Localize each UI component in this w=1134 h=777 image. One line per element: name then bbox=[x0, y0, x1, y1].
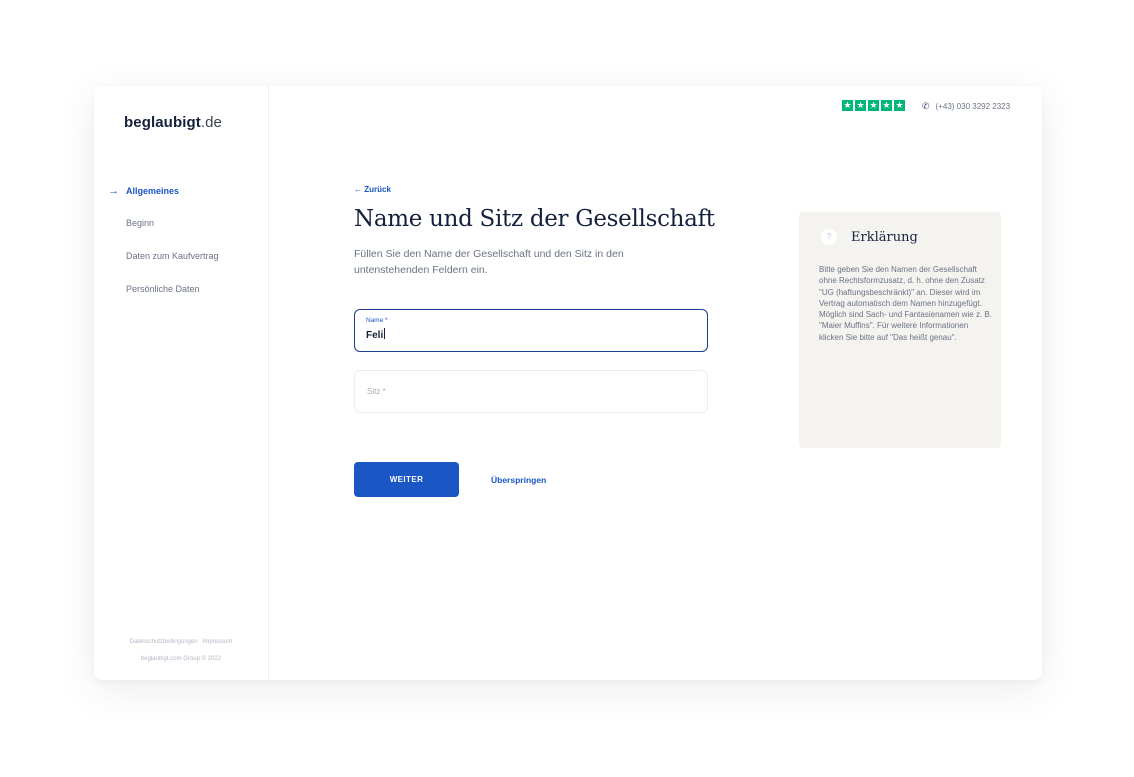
footer-links[interactable]: Datenschutzbedingungen Impressum bbox=[94, 639, 268, 645]
back-link[interactable]: ← Zurück bbox=[354, 185, 391, 194]
explanation-text: Bitte geben Sie den Namen der Gesellscha… bbox=[819, 265, 992, 342]
star-icon: ★ bbox=[881, 100, 892, 111]
sidebar-item-allgemeines[interactable]: → Allgemeines bbox=[94, 181, 268, 201]
star-icon: ★ bbox=[868, 100, 879, 111]
star-icon: ★ bbox=[855, 100, 866, 111]
star-icon: ★ bbox=[894, 100, 905, 111]
sidebar-item-persoenliche-daten[interactable]: Persönliche Daten bbox=[94, 279, 268, 299]
sidebar-item-beginn[interactable]: Beginn bbox=[94, 213, 268, 233]
main-card: beglaubigt.de → Allgemeines Beginn Daten… bbox=[94, 86, 1042, 680]
sidebar-item-label: Beginn bbox=[126, 218, 155, 228]
sitz-field[interactable]: Sitz * bbox=[354, 370, 708, 413]
weiter-button[interactable]: WEITER bbox=[354, 462, 459, 497]
trustpilot-rating[interactable]: ★ ★ ★ ★ ★ bbox=[842, 100, 905, 111]
page-subtitle: Füllen Sie den Name der Gesellschaft und… bbox=[354, 248, 624, 276]
explanation-heading: Erklärung bbox=[851, 230, 918, 245]
sidebar-item-label: Persönliche Daten bbox=[126, 284, 200, 294]
sidebar-item-label: Daten zum Kaufvertrag bbox=[126, 251, 219, 261]
page-title: Name und Sitz der Gesellschaft bbox=[354, 206, 715, 232]
logo-name: beglaubigt bbox=[124, 114, 201, 131]
skip-link[interactable]: Überspringen bbox=[491, 475, 546, 485]
star-icon: ★ bbox=[842, 100, 853, 111]
sidebar-item-label: Allgemeines bbox=[126, 186, 180, 196]
phone-contact[interactable]: ✆ (+43) 030 3292 2323 bbox=[922, 101, 1010, 112]
name-input-value: Feli bbox=[366, 330, 384, 341]
name-input[interactable]: Feli bbox=[366, 328, 686, 341]
name-field-label: Name * bbox=[366, 317, 388, 324]
sitz-input-placeholder: Sitz * bbox=[367, 387, 386, 396]
text-caret bbox=[384, 328, 386, 339]
arrow-right-icon: → bbox=[108, 185, 119, 197]
logo[interactable]: beglaubigt.de bbox=[124, 114, 222, 131]
question-icon: ? bbox=[821, 229, 837, 245]
explanation-panel: ? Erklärung Bitte geben Sie den Namen de… bbox=[799, 212, 1001, 448]
phone-number: (+43) 030 3292 2323 bbox=[935, 102, 1011, 111]
footer-copyright: beglaubigt.com Group © 2022 bbox=[140, 656, 222, 662]
name-field[interactable]: Name * Feli bbox=[354, 309, 708, 352]
phone-icon: ✆ bbox=[922, 101, 930, 111]
sidebar: beglaubigt.de → Allgemeines Beginn Daten… bbox=[94, 86, 269, 680]
sidebar-item-kaufvertrag[interactable]: Daten zum Kaufvertrag bbox=[94, 246, 268, 266]
logo-tld: .de bbox=[200, 114, 222, 131]
